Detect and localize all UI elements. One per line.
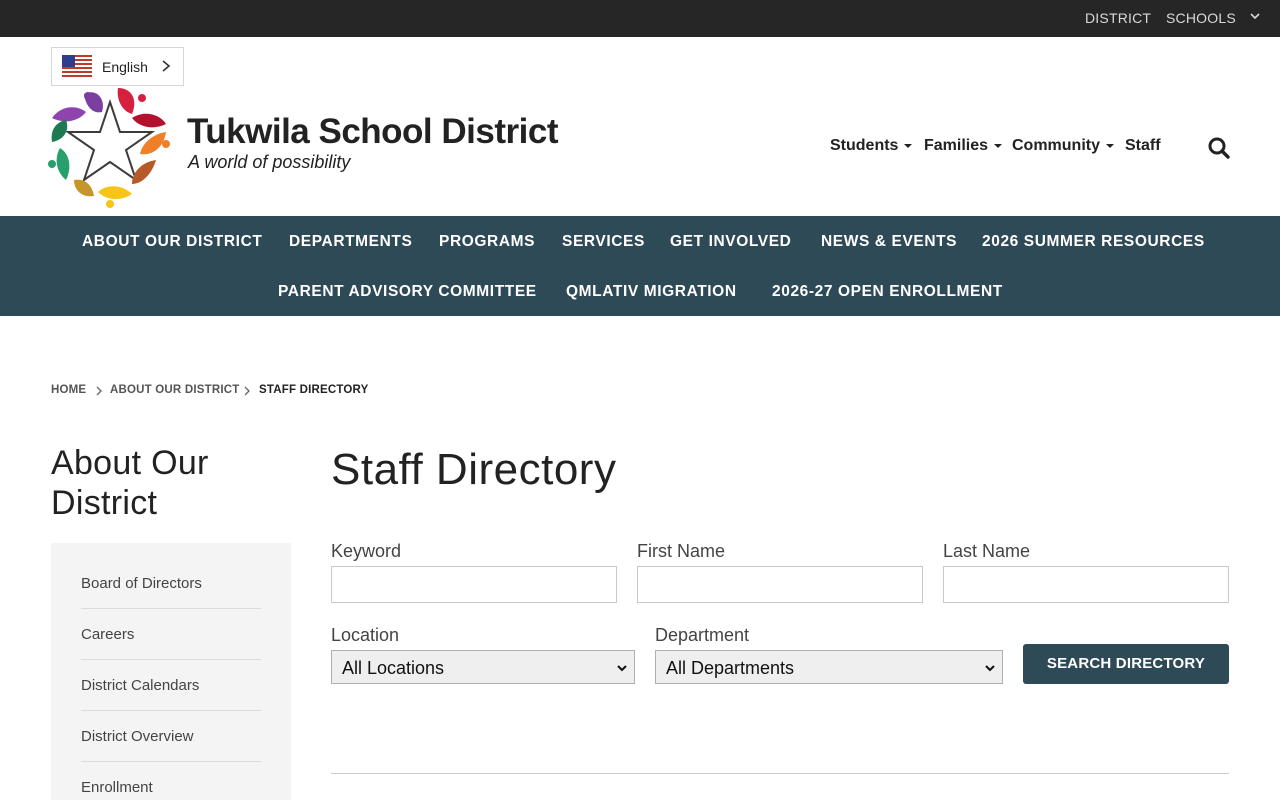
chevron-right-icon (162, 60, 171, 72)
sidebar-divider (81, 761, 261, 762)
location-selected-value: All Locations (342, 658, 445, 678)
page-title: Staff Directory (331, 445, 617, 494)
breadcrumb-about[interactable]: ABOUT OUR DISTRICT (110, 384, 239, 396)
top-utility-bar: DISTRICT SCHOOLS (0, 0, 1280, 37)
sidebar-title-line2: District (51, 484, 158, 522)
us-flag-icon (62, 55, 92, 77)
nav-about-our-district[interactable]: ABOUT OUR DISTRICT (82, 233, 262, 251)
location-label: Location (331, 625, 400, 645)
first-name-input[interactable] (637, 566, 923, 603)
audience-nav-staff[interactable]: Staff (1125, 137, 1161, 155)
department-selected-value: All Departments (666, 658, 795, 678)
content-divider (331, 773, 1229, 774)
district-logo[interactable] (48, 84, 172, 208)
site-title[interactable]: Tukwila School District (187, 112, 558, 152)
chevron-right-icon (96, 386, 102, 396)
search-icon[interactable] (1207, 136, 1231, 160)
main-navigation: ABOUT OUR DISTRICT DEPARTMENTS PROGRAMS … (0, 216, 1280, 316)
nav-qmlativ-migration[interactable]: QMLATIV MIGRATION (566, 283, 737, 301)
first-name-label: First Name (637, 541, 726, 561)
nav-open-enrollment[interactable]: 2026-27 OPEN ENROLLMENT (772, 283, 1003, 301)
department-select[interactable]: All Departments (655, 650, 1003, 684)
breadcrumb-current: STAFF DIRECTORY (259, 384, 369, 396)
sidebar-title-line1: About Our (51, 444, 209, 482)
language-selector[interactable]: English (51, 47, 184, 86)
sidebar-divider (81, 710, 261, 711)
keyword-label: Keyword (331, 541, 402, 561)
nav-programs[interactable]: PROGRAMS (439, 233, 535, 251)
caret-down-icon (904, 143, 913, 148)
nav-services[interactable]: SERVICES (562, 233, 645, 251)
audience-nav-students[interactable]: Students (830, 137, 913, 155)
sidebar-item-enrollment[interactable]: Enrollment (81, 779, 153, 796)
nav-departments[interactable]: DEPARTMENTS (289, 233, 412, 251)
sidebar-item-district-overview[interactable]: District Overview (81, 728, 194, 745)
sidebar-title: About Our District (51, 443, 291, 523)
search-directory-button[interactable]: SEARCH DIRECTORY (1023, 644, 1229, 684)
keyword-input[interactable] (331, 566, 617, 603)
sidebar-divider (81, 608, 261, 609)
district-link[interactable]: DISTRICT (1085, 10, 1151, 26)
schools-dropdown[interactable]: SCHOOLS (1166, 10, 1236, 26)
site-tagline: A world of possibility (188, 152, 351, 172)
nav-summer-resources[interactable]: 2026 SUMMER RESOURCES (982, 233, 1205, 251)
sidebar-item-board-of-directors[interactable]: Board of Directors (81, 575, 202, 592)
location-select[interactable]: All Locations (331, 650, 635, 684)
sidebar-item-careers[interactable]: Careers (81, 626, 134, 643)
nav-get-involved[interactable]: GET INVOLVED (670, 233, 791, 251)
nav-parent-advisory-committee[interactable]: PARENT ADVISORY COMMITTEE (278, 283, 537, 301)
department-label: Department (655, 625, 750, 645)
sidebar-divider (81, 659, 261, 660)
caret-down-icon (1106, 143, 1114, 148)
last-name-input[interactable] (943, 566, 1229, 603)
chevron-down-icon (617, 665, 627, 672)
sidebar-item-district-calendars[interactable]: District Calendars (81, 677, 199, 694)
last-name-label: Last Name (943, 541, 1031, 561)
audience-nav-families[interactable]: Families (924, 137, 1003, 155)
language-label: English (102, 59, 148, 75)
caret-down-icon (994, 143, 1003, 148)
audience-nav-community[interactable]: Community (1012, 137, 1114, 155)
breadcrumb-home[interactable]: HOME (51, 384, 86, 396)
nav-news-events[interactable]: NEWS & EVENTS (821, 233, 957, 251)
chevron-right-icon (244, 386, 250, 396)
chevron-down-icon (985, 665, 995, 672)
chevron-down-icon[interactable] (1248, 9, 1262, 23)
